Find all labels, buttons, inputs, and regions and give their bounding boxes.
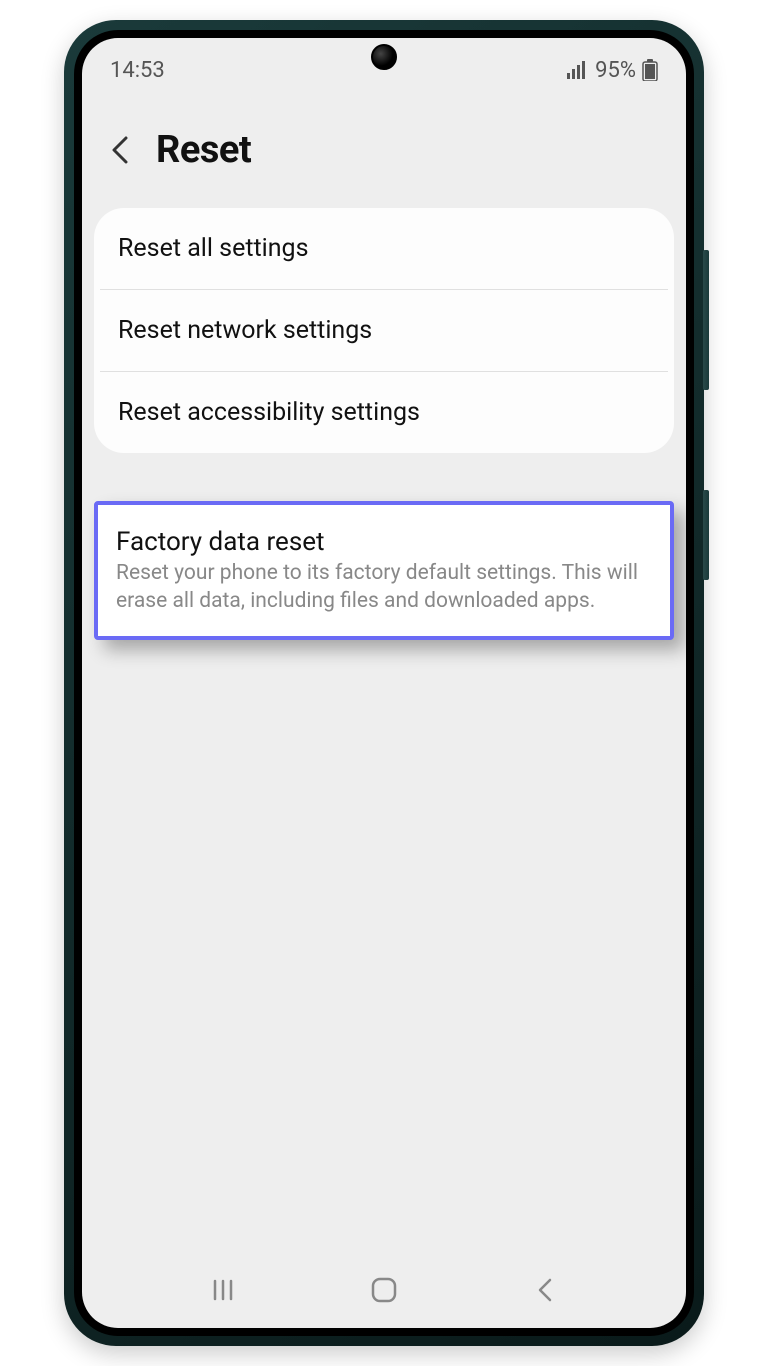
status-right: 95% <box>567 58 658 83</box>
phone-frame: 14:53 95% <box>64 20 704 1346</box>
spacer <box>82 640 686 1264</box>
front-camera <box>371 44 397 70</box>
factory-title: Factory data reset <box>116 527 652 557</box>
reset-options-card: Reset all settings Reset network setting… <box>94 208 674 453</box>
recents-icon <box>211 1278 235 1302</box>
factory-data-reset[interactable]: Factory data reset Reset your phone to i… <box>94 501 674 640</box>
recents-button[interactable] <box>206 1273 240 1307</box>
battery-icon <box>642 59 658 81</box>
option-title: Reset accessibility settings <box>118 398 650 427</box>
navigation-bar <box>82 1264 686 1328</box>
signal-icon <box>567 61 589 79</box>
gap <box>82 459 686 493</box>
nav-back-button[interactable] <box>528 1273 562 1307</box>
page-header: Reset <box>82 96 686 202</box>
battery-text: 95% <box>595 58 636 83</box>
back-button[interactable] <box>104 134 136 166</box>
screen: 14:53 95% <box>82 38 686 1328</box>
option-title: Reset network settings <box>118 316 650 345</box>
volume-button <box>703 250 709 390</box>
power-button <box>703 490 709 580</box>
chevron-left-icon <box>536 1276 554 1304</box>
reset-accessibility-settings[interactable]: Reset accessibility settings <box>100 371 668 453</box>
page-title: Reset <box>156 128 251 172</box>
reset-network-settings[interactable]: Reset network settings <box>100 289 668 371</box>
factory-description: Reset your phone to its factory default … <box>116 559 652 616</box>
option-title: Reset all settings <box>118 234 650 263</box>
reset-all-settings[interactable]: Reset all settings <box>94 208 674 289</box>
clock: 14:53 <box>110 58 165 83</box>
chevron-left-icon <box>110 134 130 166</box>
home-button[interactable] <box>367 1273 401 1307</box>
home-icon <box>370 1276 398 1304</box>
phone-bezel: 14:53 95% <box>74 30 694 1336</box>
